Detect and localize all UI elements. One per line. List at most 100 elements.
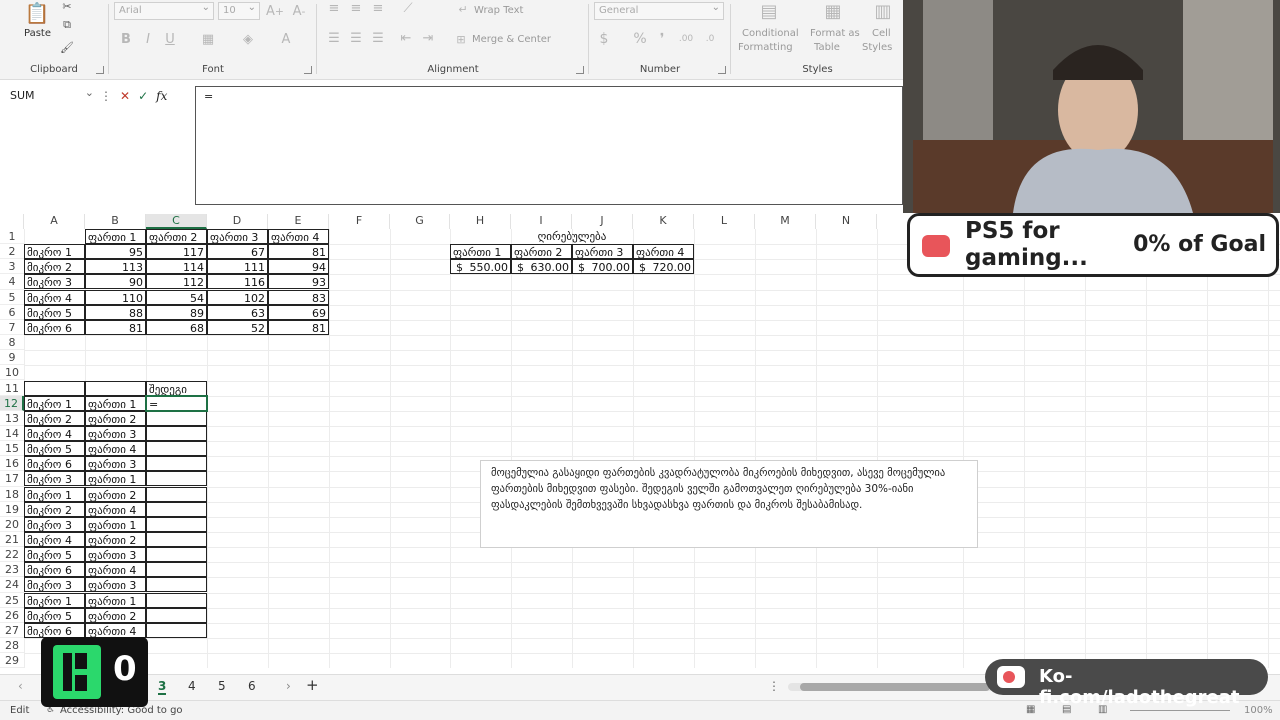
row-header-25[interactable]: 25 [0, 593, 24, 608]
tab-menu-icon[interactable]: ⋮ [768, 679, 780, 693]
column-header-k[interactable]: K [633, 214, 694, 229]
price-cell[interactable]: $630.00 [511, 259, 572, 275]
cell-styles-line2[interactable]: Styles [862, 42, 892, 53]
copy-icon[interactable]: ⧉ [60, 18, 74, 32]
align-center-icon[interactable]: ☰ [348, 30, 364, 46]
decrease-decimal-icon[interactable]: .0 [700, 30, 720, 48]
format-as-table-line2[interactable]: Table [814, 42, 840, 53]
paste-button[interactable]: Paste [24, 28, 51, 39]
align-left-icon[interactable]: ☰ [326, 30, 342, 46]
font-launcher-icon[interactable] [304, 66, 312, 74]
increase-decimal-icon[interactable]: .00 [676, 30, 696, 48]
row-header-6[interactable]: 6 [0, 305, 24, 320]
result-micro-cell[interactable]: მიკრო 6 [24, 622, 85, 638]
number-launcher-icon[interactable] [718, 66, 726, 74]
row-header-28[interactable]: 28 [0, 638, 24, 654]
fill-color-icon[interactable]: ◈ [240, 30, 256, 48]
row-header-12[interactable]: 12 [0, 395, 24, 411]
table-cell[interactable]: 52 [207, 319, 268, 335]
insert-function-button[interactable]: fx [156, 89, 167, 103]
table-cell[interactable]: 81 [268, 244, 329, 260]
column-header-g[interactable]: G [390, 214, 450, 229]
price-cell[interactable]: $720.00 [633, 259, 694, 275]
table-cell[interactable]: 117 [146, 244, 207, 260]
result-area-cell[interactable]: ფართი 2 [85, 607, 146, 623]
font-size-select[interactable]: 10 [218, 2, 260, 20]
table-cell[interactable]: 90 [85, 274, 146, 290]
row-header-19[interactable]: 19 [0, 502, 24, 517]
result-area-cell[interactable]: ფართი 4 [85, 562, 146, 578]
merge-center-icon[interactable]: ⊞ [454, 32, 468, 46]
result-micro-cell[interactable]: მიკრო 2 [24, 410, 85, 426]
orientation-icon[interactable]: ⟋ [398, 0, 418, 16]
prices-title[interactable]: ღირებულება [450, 229, 694, 244]
table-cell[interactable]: 95 [85, 244, 146, 260]
row-header-8[interactable]: 8 [0, 335, 24, 351]
row-header-14[interactable]: 14 [0, 426, 24, 442]
result-area-cell[interactable]: ფართი 1 [85, 516, 146, 532]
result-micro-cell[interactable]: მიკრო 6 [24, 456, 85, 472]
result-micro-cell[interactable]: მიკრო 3 [24, 471, 85, 487]
format-as-table-line1[interactable]: Format as [810, 28, 860, 39]
font-name-select[interactable]: Arial [114, 2, 214, 20]
column-header-e[interactable]: E [268, 214, 329, 229]
table-row-label[interactable]: მიკრო 5 [24, 304, 85, 320]
column-header-d[interactable]: D [207, 214, 268, 229]
table-cell[interactable]: 102 [207, 289, 268, 305]
price-header-cell[interactable]: ფართი 2 [511, 244, 572, 260]
result-area-cell[interactable]: ფართი 4 [85, 501, 146, 517]
result-micro-cell[interactable]: მიკრო 5 [24, 441, 85, 457]
result-micro-cell[interactable]: მიკრო 6 [24, 562, 85, 578]
table-header-cell[interactable]: ფართი 2 [146, 229, 207, 244]
paste-icon[interactable]: 📋 [24, 0, 50, 26]
table-cell[interactable]: 112 [146, 274, 207, 290]
result-micro-cell[interactable]: მიკრო 1 [24, 395, 85, 411]
row-header-24[interactable]: 24 [0, 577, 24, 593]
scroll-tabs-left-icon[interactable]: ‹ [18, 679, 23, 693]
scroll-tabs-right-icon[interactable]: › [286, 679, 291, 693]
result-area-cell[interactable]: ფართი 2 [85, 486, 146, 502]
table-cell[interactable]: 110 [85, 289, 146, 305]
result-micro-cell[interactable]: მიკრო 2 [24, 501, 85, 517]
scrollbar-thumb[interactable] [800, 683, 990, 691]
table-cell[interactable]: 54 [146, 289, 207, 305]
result-value-cell[interactable] [146, 547, 207, 563]
result-area-cell[interactable]: ფართი 2 [85, 410, 146, 426]
table-cell[interactable]: 68 [146, 319, 207, 335]
horizontal-scrollbar[interactable] [788, 683, 1008, 691]
row-header-15[interactable]: 15 [0, 441, 24, 457]
result-micro-cell[interactable]: მიკრო 1 [24, 592, 85, 608]
result-area-cell[interactable]: ფართი 2 [85, 532, 146, 547]
row-header-17[interactable]: 17 [0, 471, 24, 487]
table-cell[interactable]: 88 [85, 304, 146, 320]
result-micro-cell[interactable]: მიკრო 4 [24, 425, 85, 441]
zoom-slider[interactable] [1130, 710, 1230, 711]
result-value-cell[interactable] [146, 622, 207, 638]
select-all-corner[interactable] [0, 214, 24, 229]
wrap-text-icon[interactable]: ↵ [456, 2, 470, 16]
table-cell[interactable]: 69 [268, 304, 329, 320]
row-header-16[interactable]: 16 [0, 456, 24, 472]
table-header-cell[interactable]: ფართი 4 [268, 229, 329, 244]
row-header-2[interactable]: 2 [0, 244, 24, 260]
table-row-label[interactable]: მიკრო 3 [24, 274, 85, 290]
result-micro-cell[interactable]: მიკრო 3 [24, 516, 85, 532]
row-header-3[interactable]: 3 [0, 259, 24, 275]
price-cell[interactable]: $700.00 [572, 259, 633, 275]
clipboard-launcher-icon[interactable] [96, 66, 104, 74]
row-header-29[interactable]: 29 [0, 653, 24, 668]
row-header-23[interactable]: 23 [0, 562, 24, 578]
sheet-tab-4[interactable]: 4 [188, 679, 196, 693]
sheet-tab-3[interactable]: 3 [158, 679, 167, 695]
grow-font-icon[interactable]: A + [266, 2, 284, 20]
merge-center-button[interactable]: Merge & Center [472, 34, 551, 45]
cancel-icon[interactable]: ✕ [120, 89, 130, 103]
row-header-22[interactable]: 22 [0, 547, 24, 563]
spreadsheet-grid[interactable]: A B C D E F G H I J K L M N 1 2 3 4 5 6 7 8 9 10 11 12 13 14 15 16 17 1… [0, 214, 903, 668]
table-row-label[interactable]: მიკრო 4 [24, 289, 85, 305]
table-cell[interactable]: 94 [268, 259, 329, 275]
price-cell[interactable]: $550.00 [450, 259, 511, 275]
name-box[interactable]: SUM [6, 86, 96, 105]
table-cell[interactable]: 114 [146, 259, 207, 275]
row-header-20[interactable]: 20 [0, 517, 24, 532]
